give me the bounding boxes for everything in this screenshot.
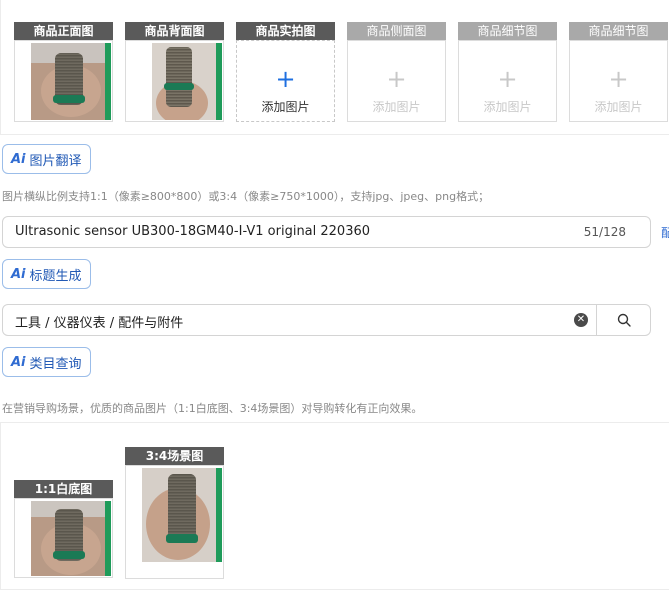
add-image-label: 添加图片 xyxy=(372,100,421,114)
plus-icon: + xyxy=(497,65,518,93)
ai-image-translate-label: 图片翻译 xyxy=(29,153,82,169)
image-slot-back[interactable]: 商品背面图 xyxy=(125,22,224,122)
guide-image-hint: 在营销导购场景，优质的商品图片（1:1白底图、3:4场景图）对导购转化有正向效果… xyxy=(2,402,423,415)
ai-image-translate-button[interactable]: Ai 图片翻译 xyxy=(2,144,91,174)
side-link[interactable]: 配 xyxy=(661,224,669,241)
slot-frame xyxy=(14,40,113,122)
add-image-button-disabled: + 添加图片 xyxy=(569,40,668,122)
slot-frame xyxy=(14,498,113,578)
ai-icon: Ai xyxy=(11,266,26,282)
plus-icon: + xyxy=(386,65,407,93)
category-input[interactable]: 工具 / 仪器仪表 / 配件与附件 ✕ xyxy=(2,304,651,336)
add-image-button-disabled: + 添加图片 xyxy=(347,40,446,122)
ai-icon: Ai xyxy=(11,354,26,370)
slot-label: 商品细节图 xyxy=(569,22,668,40)
category-search-button[interactable] xyxy=(596,305,650,335)
search-icon xyxy=(617,313,631,327)
product-photo-white-bg xyxy=(31,501,111,576)
close-circle-icon[interactable]: ✕ xyxy=(574,313,588,327)
slot-label: 商品实拍图 xyxy=(236,22,335,40)
slot-label: 商品细节图 xyxy=(458,22,557,40)
slot-frame xyxy=(125,40,224,122)
category-value: 工具 / 仪器仪表 / 配件与附件 xyxy=(15,316,184,331)
guide-image-1-1[interactable]: 1:1白底图 xyxy=(14,480,113,578)
plus-icon: + xyxy=(608,65,629,93)
ai-icon: Ai xyxy=(11,151,26,167)
product-photo-scene xyxy=(142,468,222,562)
ai-title-generate-button[interactable]: Ai 标题生成 xyxy=(2,259,91,289)
slot-frame xyxy=(125,465,224,579)
image-format-hint: 图片横纵比例支持1:1（像素≥800*800）或3:4（像素≥750*1000）… xyxy=(2,190,490,203)
image-slot-real[interactable]: 商品实拍图 + 添加图片 xyxy=(236,22,335,122)
image-slot-detail-1: 商品细节图 + 添加图片 xyxy=(458,22,557,122)
image-slot-front[interactable]: 商品正面图 xyxy=(14,22,113,122)
image-slot-detail-2: 商品细节图 + 添加图片 xyxy=(569,22,668,122)
add-image-label: 添加图片 xyxy=(594,100,643,114)
product-photo-front xyxy=(31,43,111,120)
title-input[interactable]: Ultrasonic sensor UB300-18GM40-I-V1 orig… xyxy=(2,216,651,248)
slot-label: 商品正面图 xyxy=(14,22,113,40)
guide-image-3-4[interactable]: 3:4场景图 xyxy=(125,447,224,579)
ai-category-query-button[interactable]: Ai 类目查询 xyxy=(2,347,91,377)
image-slot-side: 商品侧面图 + 添加图片 xyxy=(347,22,446,122)
title-char-counter: 51/128 xyxy=(583,225,626,239)
add-image-button-disabled: + 添加图片 xyxy=(458,40,557,122)
ai-title-generate-label: 标题生成 xyxy=(29,268,82,284)
add-image-label: 添加图片 xyxy=(483,100,532,114)
ai-category-query-label: 类目查询 xyxy=(29,356,82,372)
slot-label: 1:1白底图 xyxy=(14,480,113,498)
slot-label: 商品背面图 xyxy=(125,22,224,40)
slot-label: 3:4场景图 xyxy=(125,447,224,465)
add-image-label: 添加图片 xyxy=(261,100,310,114)
add-image-button[interactable]: + 添加图片 xyxy=(236,40,335,122)
product-photo-back xyxy=(152,43,222,120)
title-value: Ultrasonic sensor UB300-18GM40-I-V1 orig… xyxy=(15,224,371,239)
slot-label: 商品侧面图 xyxy=(347,22,446,40)
plus-icon: + xyxy=(275,65,296,93)
